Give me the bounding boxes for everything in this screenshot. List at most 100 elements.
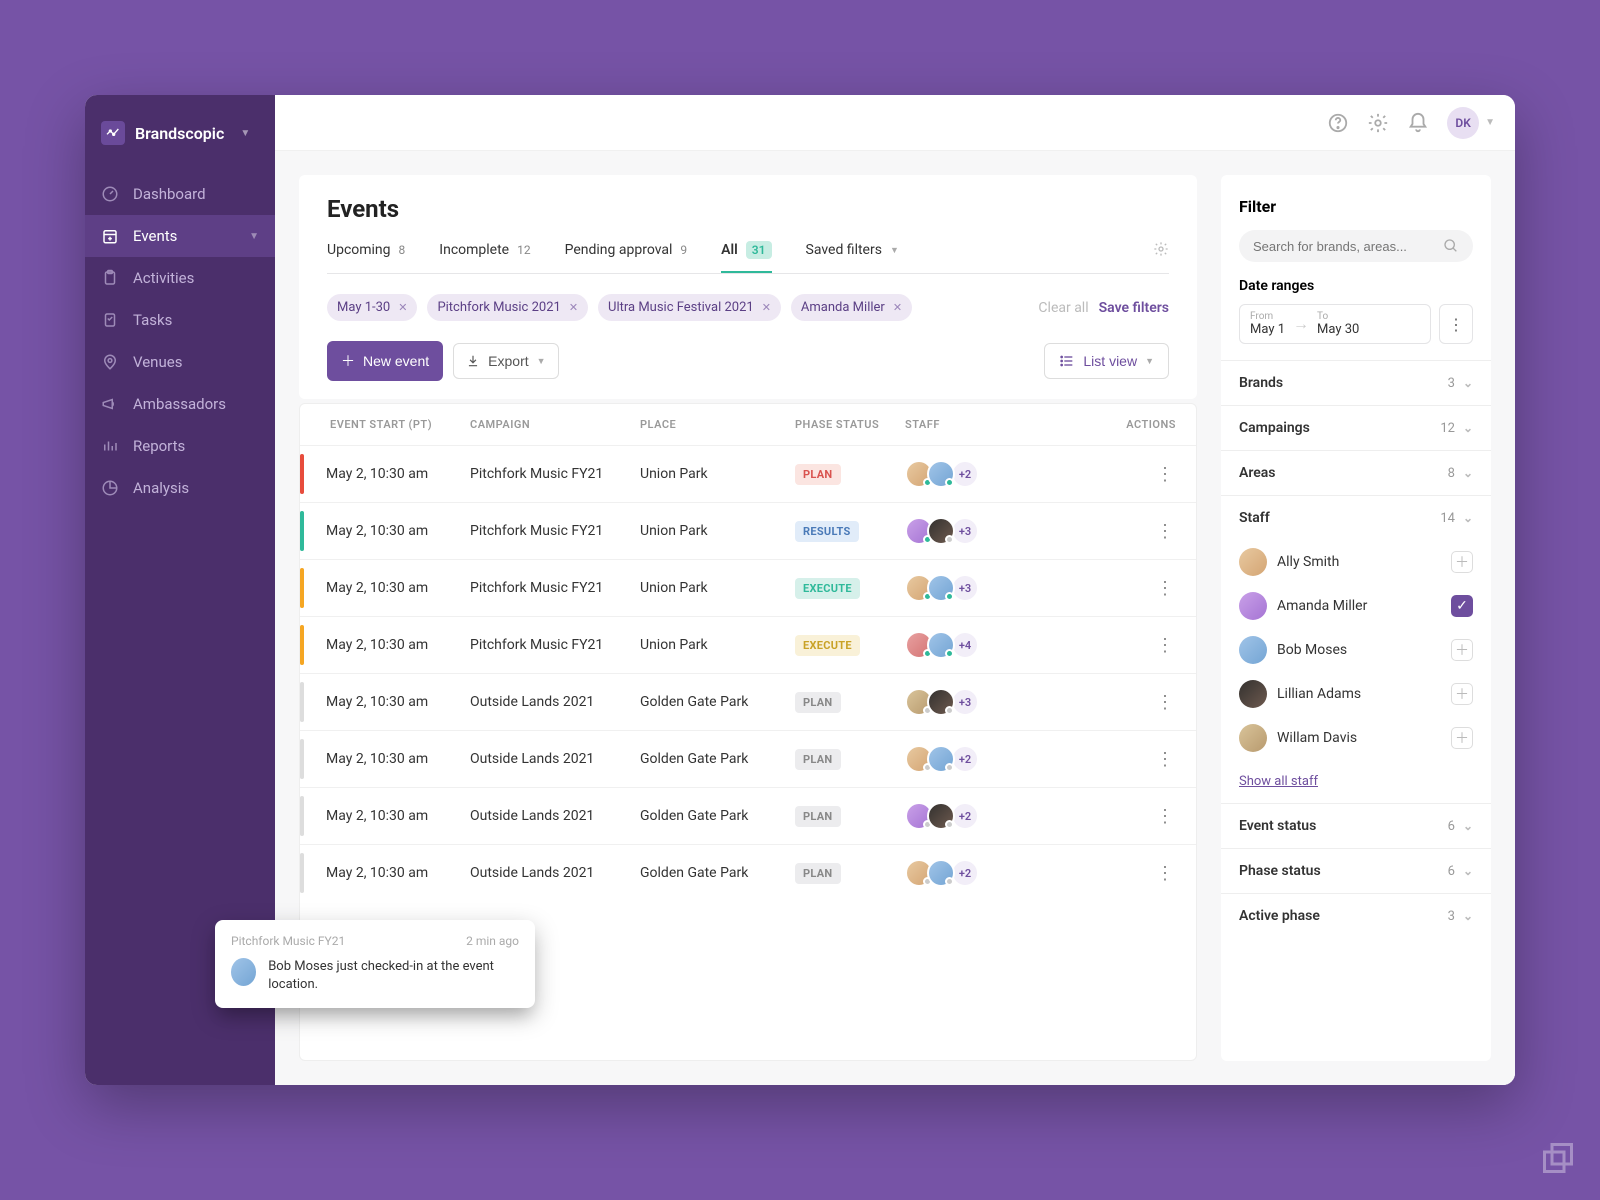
tab-upcoming[interactable]: Upcoming8 [327, 242, 405, 272]
more-actions-icon[interactable]: ⋮ [1156, 578, 1176, 599]
filter-chip[interactable]: Pitchfork Music 2021✕ [427, 294, 588, 321]
staff-more-count[interactable]: +2 [951, 745, 979, 773]
tab-label: All [721, 242, 738, 258]
staff-more-count[interactable]: +3 [951, 688, 979, 716]
clear-all-link[interactable]: Clear all [1038, 300, 1088, 316]
sidebar-item-ambassadors[interactable]: Ambassadors [85, 383, 275, 425]
staff-more-count[interactable]: +4 [951, 631, 979, 659]
button-label: New event [363, 353, 429, 369]
filter-panel: Filter Date ranges From May 1 → To [1221, 175, 1491, 1061]
staff-checkbox[interactable]: ＋ [1451, 551, 1473, 573]
bell-icon[interactable] [1407, 112, 1429, 134]
table-row[interactable]: May 2, 10:30 am Outside Lands 2021 Golde… [300, 787, 1196, 844]
table-row[interactable]: May 2, 10:30 am Pitchfork Music FY21 Uni… [300, 616, 1196, 673]
filter-section-areas[interactable]: Areas 8 ⌄ [1221, 450, 1491, 495]
sidebar-item-activities[interactable]: Activities [85, 257, 275, 299]
filter-section-brands[interactable]: Brands 3 ⌄ [1221, 360, 1491, 405]
staff-checkbox[interactable]: ✓ [1451, 595, 1473, 617]
staff-avatar [1239, 724, 1267, 752]
filter-section-staff[interactable]: Staff 14 ⌄ [1221, 495, 1491, 540]
notification-toast[interactable]: Pitchfork Music FY21 2 min ago Bob Moses… [215, 920, 535, 1008]
date-range-picker[interactable]: From May 1 → To May 30 [1239, 304, 1431, 344]
tab-incomplete[interactable]: Incomplete12 [439, 242, 530, 272]
staff-checkbox[interactable]: ＋ [1451, 727, 1473, 749]
staff-checkbox[interactable]: ＋ [1451, 639, 1473, 661]
filter-chip[interactable]: May 1-30✕ [327, 294, 417, 321]
staff-avatar [927, 517, 955, 545]
more-actions-icon[interactable]: ⋮ [1156, 806, 1176, 827]
cell-campaign: Outside Lands 2021 [470, 865, 640, 881]
user-menu[interactable]: DK ▼ [1447, 107, 1495, 139]
staff-checkbox[interactable]: ＋ [1451, 683, 1473, 705]
export-button[interactable]: Export ▼ [453, 343, 558, 379]
staff-more-count[interactable]: +3 [951, 517, 979, 545]
filter-chip[interactable]: Ultra Music Festival 2021✕ [598, 294, 781, 321]
chip-label: Amanda Miller [801, 300, 885, 315]
staff-more-count[interactable]: +2 [951, 859, 979, 887]
sidebar-item-venues[interactable]: Venues [85, 341, 275, 383]
save-filters-link[interactable]: Save filters [1099, 300, 1169, 316]
staff-more-count[interactable]: +2 [951, 802, 979, 830]
staff-filter-item[interactable]: Bob Moses ＋ [1239, 628, 1473, 672]
tabs-settings-icon[interactable] [1153, 241, 1169, 273]
more-actions-icon[interactable]: ⋮ [1156, 464, 1176, 485]
table-row[interactable]: May 2, 10:30 am Pitchfork Music FY21 Uni… [300, 445, 1196, 502]
cell-actions: ⋮ [1035, 749, 1176, 770]
sidebar-item-reports[interactable]: Reports [85, 425, 275, 467]
tab-all[interactable]: All31 [721, 241, 771, 273]
chevron-down-icon: ⌄ [1463, 819, 1473, 833]
tab-count: 12 [517, 243, 531, 257]
more-actions-icon[interactable]: ⋮ [1156, 749, 1176, 770]
show-all-staff-link[interactable]: Show all staff [1221, 768, 1491, 803]
table-row[interactable]: May 2, 10:30 am Pitchfork Music FY21 Uni… [300, 559, 1196, 616]
sidebar-item-events[interactable]: Events▼ [85, 215, 275, 257]
staff-filter-item[interactable]: Amanda Miller ✓ [1239, 584, 1473, 628]
more-actions-icon[interactable]: ⋮ [1156, 692, 1176, 713]
more-actions-icon[interactable]: ⋮ [1156, 863, 1176, 884]
view-switcher[interactable]: List view ▼ [1044, 343, 1169, 379]
staff-filter-item[interactable]: Ally Smith ＋ [1239, 540, 1473, 584]
table-row[interactable]: May 2, 10:30 am Outside Lands 2021 Golde… [300, 730, 1196, 787]
filter-search[interactable] [1239, 230, 1473, 262]
search-input[interactable] [1253, 239, 1435, 254]
table-row[interactable]: May 2, 10:30 am Outside Lands 2021 Golde… [300, 844, 1196, 901]
tab-saved-filters[interactable]: Saved filters▼ [806, 242, 899, 272]
filter-section-campaigns[interactable]: Campaings 12 ⌄ [1221, 405, 1491, 450]
gear-icon[interactable] [1367, 112, 1389, 134]
date-more-button[interactable]: ⋮ [1439, 304, 1473, 344]
help-icon[interactable] [1327, 112, 1349, 134]
table-row[interactable]: May 2, 10:30 am Outside Lands 2021 Golde… [300, 673, 1196, 730]
sidebar-item-label: Analysis [133, 479, 189, 497]
staff-avatar [927, 802, 955, 830]
brand-selector[interactable]: Brandscopic ▼ [85, 109, 275, 173]
toast-message: Bob Moses just checked-in at the event l… [268, 958, 519, 994]
more-actions-icon[interactable]: ⋮ [1156, 521, 1176, 542]
cell-staff: +3 [905, 574, 1035, 602]
close-icon[interactable]: ✕ [569, 301, 578, 314]
new-event-button[interactable]: ＋ New event [327, 341, 443, 381]
close-icon[interactable]: ✕ [398, 301, 407, 314]
table-row[interactable]: May 2, 10:30 am Pitchfork Music FY21 Uni… [300, 502, 1196, 559]
filter-section-event-status[interactable]: Event status 6 ⌄ [1221, 803, 1491, 848]
sidebar-item-tasks[interactable]: Tasks [85, 299, 275, 341]
staff-more-count[interactable]: +2 [951, 460, 979, 488]
button-label: List view [1083, 353, 1137, 369]
staff-name: Ally Smith [1277, 554, 1441, 570]
section-count: 12 [1440, 421, 1455, 436]
filter-section-active-phase[interactable]: Active phase 3 ⌄ [1221, 893, 1491, 938]
filter-chip[interactable]: Amanda Miller ✕ [791, 294, 912, 321]
more-actions-icon[interactable]: ⋮ [1156, 635, 1176, 656]
close-icon[interactable]: ✕ [762, 301, 771, 314]
sidebar-item-dashboard[interactable]: Dashboard [85, 173, 275, 215]
staff-filter-item[interactable]: Willam Davis ＋ [1239, 716, 1473, 760]
close-icon[interactable]: ✕ [893, 301, 902, 314]
plus-icon: ＋ [341, 351, 355, 371]
tab-pending-approval[interactable]: Pending approval9 [565, 242, 688, 272]
cell-staff: +4 [905, 631, 1035, 659]
filter-section-phase-status[interactable]: Phase status 6 ⌄ [1221, 848, 1491, 893]
cell-start: May 2, 10:30 am [326, 865, 470, 881]
sidebar-item-analysis[interactable]: Analysis [85, 467, 275, 509]
staff-more-count[interactable]: +3 [951, 574, 979, 602]
toast-title: Pitchfork Music FY21 [231, 934, 345, 948]
staff-filter-item[interactable]: Lillian Adams ＋ [1239, 672, 1473, 716]
